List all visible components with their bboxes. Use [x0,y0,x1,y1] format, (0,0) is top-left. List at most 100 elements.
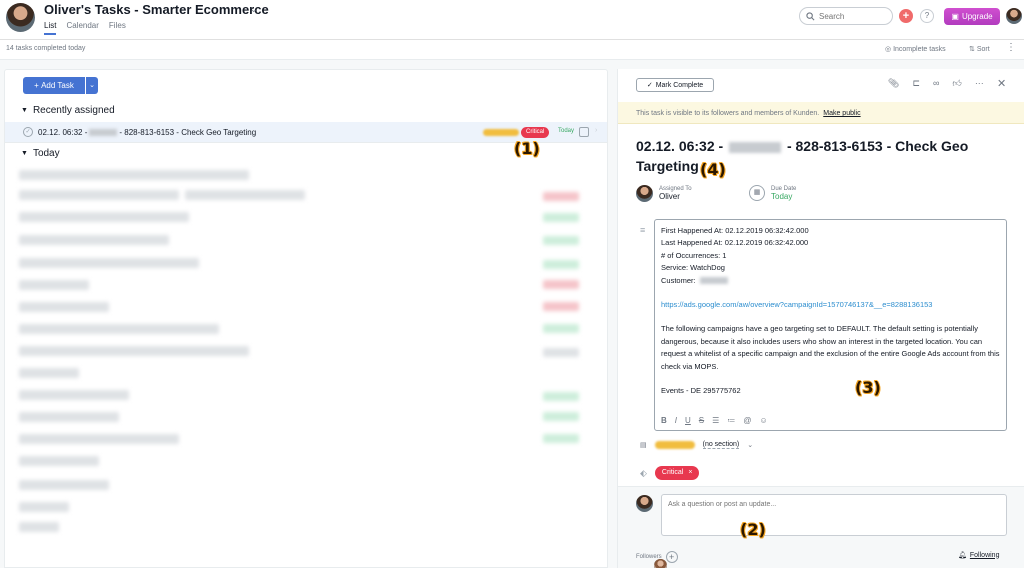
link-icon[interactable]: ∞ [933,78,939,89]
upgrade-button[interactable]: ▣ Upgrade [944,8,1000,25]
quick-add-button[interactable]: + [899,9,913,23]
list-item[interactable] [19,346,249,356]
critical-tag[interactable]: Critical [521,127,550,138]
attachment-icon[interactable]: 📎︎ [888,78,899,89]
chevron-right-icon[interactable]: › [595,127,597,134]
list-item[interactable] [19,390,129,400]
subtask-icon[interactable] [579,127,589,137]
triangle-down-icon: ▼ [21,107,28,114]
google-ads-link[interactable]: https://ads.google.com/aw/overview?campa… [661,300,932,309]
list-item[interactable] [19,190,179,200]
check-icon: ✓ [646,82,653,89]
list-item[interactable] [19,434,179,444]
callout-1: (1) [514,139,540,158]
more-icon[interactable]: ··· [975,78,984,89]
list-item[interactable] [185,190,305,200]
like-icon[interactable]: 👍︎ [952,78,961,89]
make-public-link[interactable]: Make public [823,110,860,117]
incomplete-filter[interactable]: ◎ Incomplete tasks [885,45,946,53]
sub-header: 14 tasks completed today ◎ Incomplete ta… [0,40,1024,60]
last-happened: Last Happened At: 02.12.2019 06:32:42.00… [661,238,809,248]
detail-toolbar: 📎︎ ⊏ ∞ 👍︎ ··· [888,78,984,89]
bell-icon: 🔔︎ [958,552,967,559]
redacted-tag [543,213,579,222]
list-item[interactable] [19,456,99,466]
due-date[interactable]: Today [558,128,574,134]
strikethrough-icon[interactable]: S [699,415,704,427]
list-item[interactable] [19,212,189,222]
search-box[interactable] [799,7,893,25]
comment-input[interactable] [661,494,1007,536]
tab-calendar[interactable]: Calendar [66,21,98,35]
task-detail-pane: ✓ Mark Complete 📎︎ ⊏ ∞ 👍︎ ··· ✕ This task… [617,69,1024,568]
list-item[interactable] [19,480,109,490]
plus-icon: + [34,81,42,90]
completed-count: 14 tasks completed today [6,45,86,52]
emoji-icon[interactable]: ☺ [759,415,767,427]
check-circle-icon[interactable]: ✓ [23,127,33,137]
redacted-tag [543,302,579,311]
add-follower-button[interactable]: + [665,551,678,563]
tab-list[interactable]: List [44,21,57,35]
assignee-field[interactable]: Assigned To Oliver [636,185,692,202]
list-item[interactable] [19,522,59,532]
mention-icon[interactable]: @ [743,415,751,427]
redacted-tag [543,192,579,201]
numbered-list-icon[interactable]: ≔ [727,415,735,427]
section-today[interactable]: ▼ Today [21,148,60,159]
project-title[interactable]: Oliver's Tasks - Smarter Ecommerce [44,2,269,17]
bold-icon[interactable]: B [661,415,667,427]
search-input[interactable] [819,11,879,21]
project-pill-redacted[interactable] [654,441,695,449]
list-item[interactable] [19,412,119,422]
chevron-down-icon[interactable]: ⌄ [747,441,753,449]
visibility-text: This task is visible to its followers an… [636,110,820,117]
list-item[interactable] [19,302,109,312]
add-task-dropdown[interactable]: ⌄ [86,77,98,94]
followers-bar: Followers + [636,551,678,568]
close-icon[interactable]: × [688,466,692,480]
bullet-list-icon[interactable]: ☰ [712,415,719,427]
chevron-down-icon[interactable]: ⌄ [250,4,258,15]
more-icon[interactable]: ⋮ [1006,42,1016,53]
tag-icon: ⬖ [640,467,647,478]
search-icon [806,11,815,20]
underline-icon[interactable]: U [685,415,691,427]
project-avatar[interactable] [6,3,35,32]
events-line: Events - DE 295775762 [661,386,741,396]
redacted-tag [543,260,579,269]
italic-icon[interactable]: I [675,415,677,427]
user-avatar[interactable] [1006,8,1022,24]
redacted-tag [543,434,579,443]
close-icon[interactable]: ✕ [997,77,1006,90]
assignee-name: Oliver [659,192,680,201]
list-item[interactable] [19,235,169,245]
list-item[interactable] [19,368,79,378]
gift-icon: ▣ [951,12,959,21]
tab-files[interactable]: Files [109,21,126,35]
list-item[interactable] [19,502,69,512]
task-title[interactable]: 02.12. 06:32 - - 828-813-6153 - Check Ge… [636,136,1006,176]
list-item[interactable] [19,280,89,290]
due-date-label: Due Date [771,185,797,192]
critical-tag[interactable]: Critical × [654,466,700,480]
following-button[interactable]: 🔔︎ Following [958,551,999,560]
list-item[interactable] [19,170,249,180]
add-task-button[interactable]: + Add Task [23,77,85,94]
description-editor[interactable]: First Happened At: 02.12.2019 06:32:42.0… [654,219,1007,431]
sort-button[interactable]: ⇅ Sort [969,45,990,53]
tags-field: ⬖ Critical × [640,466,700,480]
view-tabs: List Calendar Files [44,21,126,35]
list-item[interactable] [19,258,199,268]
visibility-banner: This task is visible to its followers an… [618,102,1024,124]
subtask-icon[interactable]: ⊏ [912,78,920,89]
task-name[interactable]: 02.12. 06:32 - - 828-813-6153 - Check Geo… [38,128,256,137]
due-date-field[interactable]: ▦ Due Date Today [749,185,796,201]
follower-avatar[interactable] [654,559,667,568]
first-happened: First Happened At: 02.12.2019 06:32:42.0… [661,226,809,235]
section-select[interactable]: (no section) [702,441,740,449]
mark-complete-button[interactable]: ✓ Mark Complete [636,78,714,92]
help-button[interactable]: ? [920,9,934,23]
list-item[interactable] [19,324,219,334]
section-recently-assigned[interactable]: ▼ Recently assigned [21,105,115,116]
